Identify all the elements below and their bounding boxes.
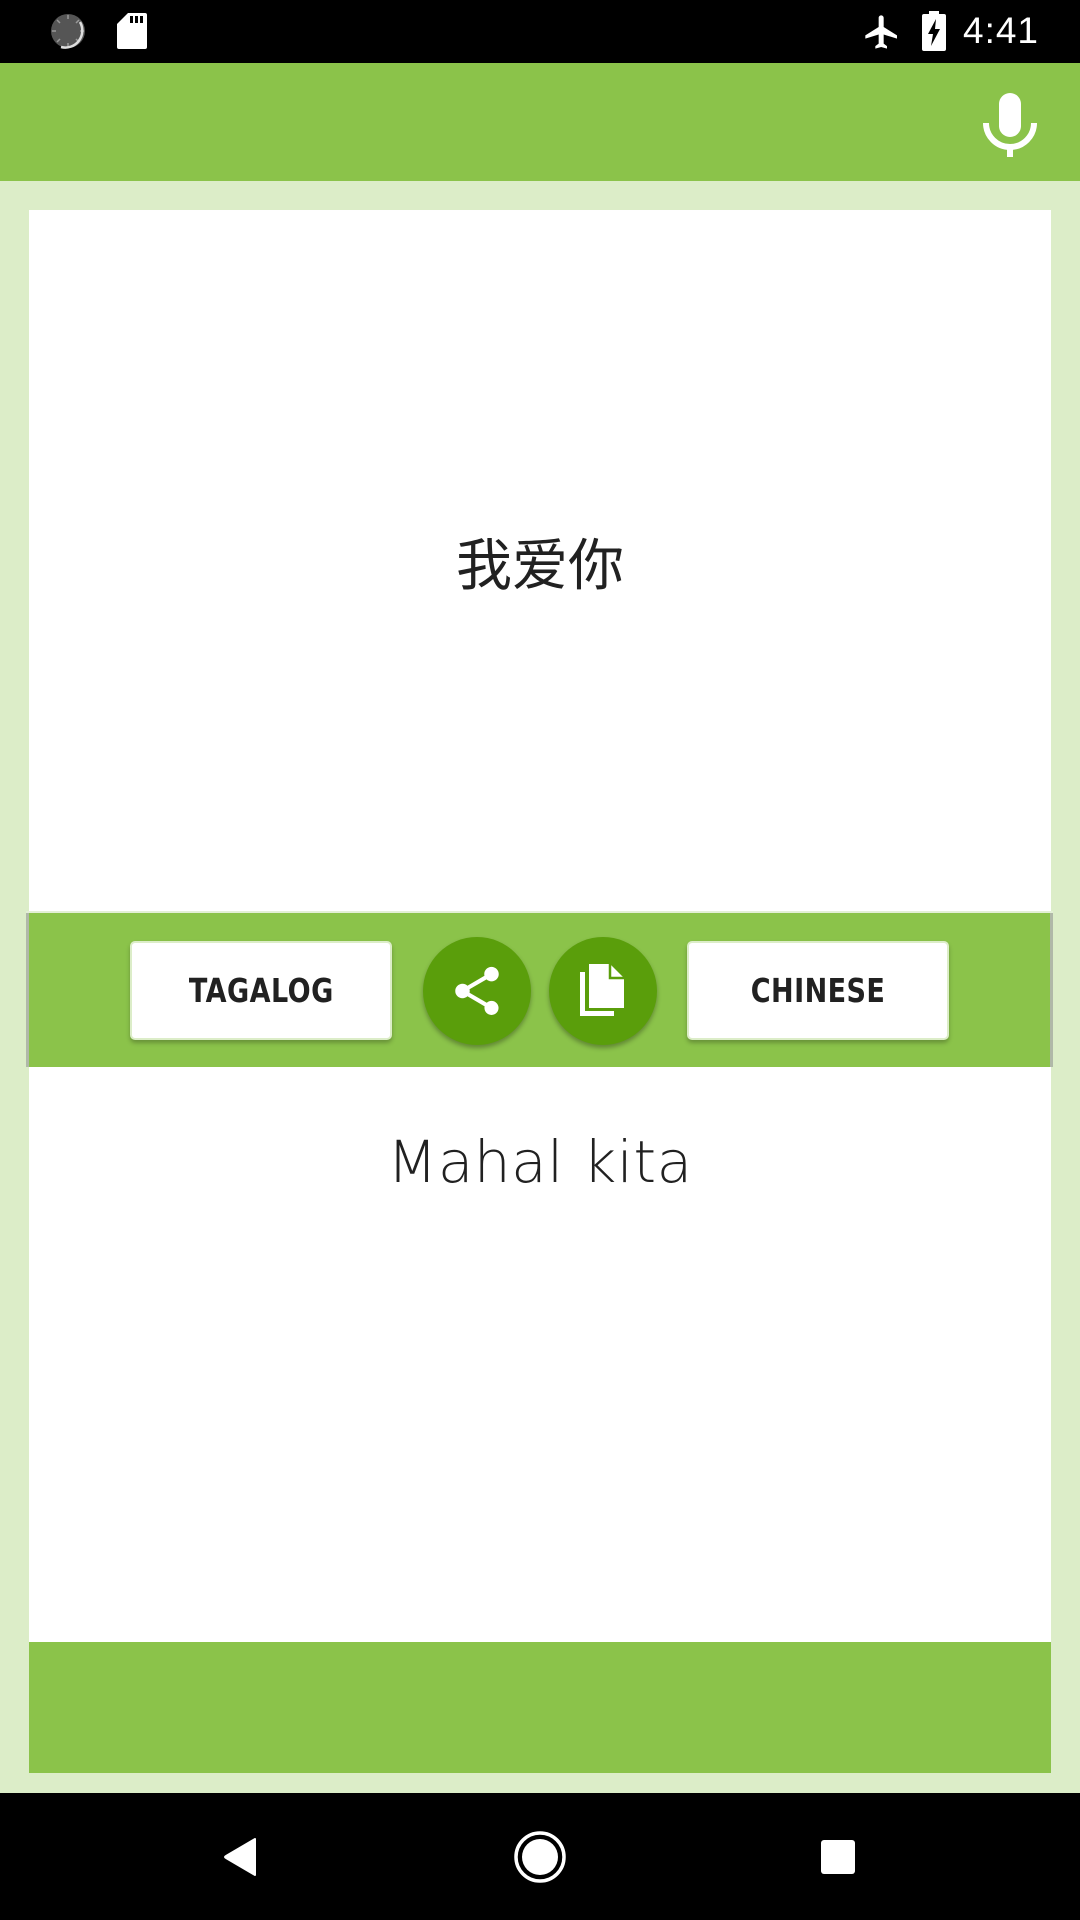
status-time: 4:41 [963,10,1040,51]
share-button[interactable] [423,937,531,1045]
share-icon [455,966,499,1015]
source-text: 我爱你 [456,533,624,599]
target-language-label: CHINESE [750,971,886,1010]
recents-icon [821,1840,855,1874]
sd-card-icon [117,13,147,49]
source-language-label: TAGALOG [188,971,334,1010]
recents-button[interactable] [819,1838,857,1876]
back-icon [224,1838,256,1876]
copy-button[interactable] [549,937,657,1045]
home-icon [514,1831,566,1883]
voice-input-button[interactable] [975,81,1045,165]
back-button[interactable] [222,1837,260,1877]
airplane-mode-icon [865,15,897,49]
battery-charging-icon [922,11,946,51]
source-language-button[interactable]: TAGALOG [130,941,392,1040]
target-text-area[interactable]: Mahal kita [29,1068,1051,1642]
home-button[interactable] [512,1829,568,1885]
bottom-banner [29,1642,1051,1773]
navigation-bar [0,1793,1080,1920]
status-bar: 4:41 [0,0,1080,63]
source-text-area[interactable]: 我爱你 [29,210,1051,912]
language-control-bar: TAGALOG CHINESE [26,913,1053,1067]
sync-spinner-icon [51,14,85,49]
copy-icon [580,964,624,1016]
microphone-icon [983,93,1037,157]
app-bar [0,63,1080,181]
target-text: Mahal kita [387,1128,693,1196]
target-language-button[interactable]: CHINESE [687,941,949,1040]
